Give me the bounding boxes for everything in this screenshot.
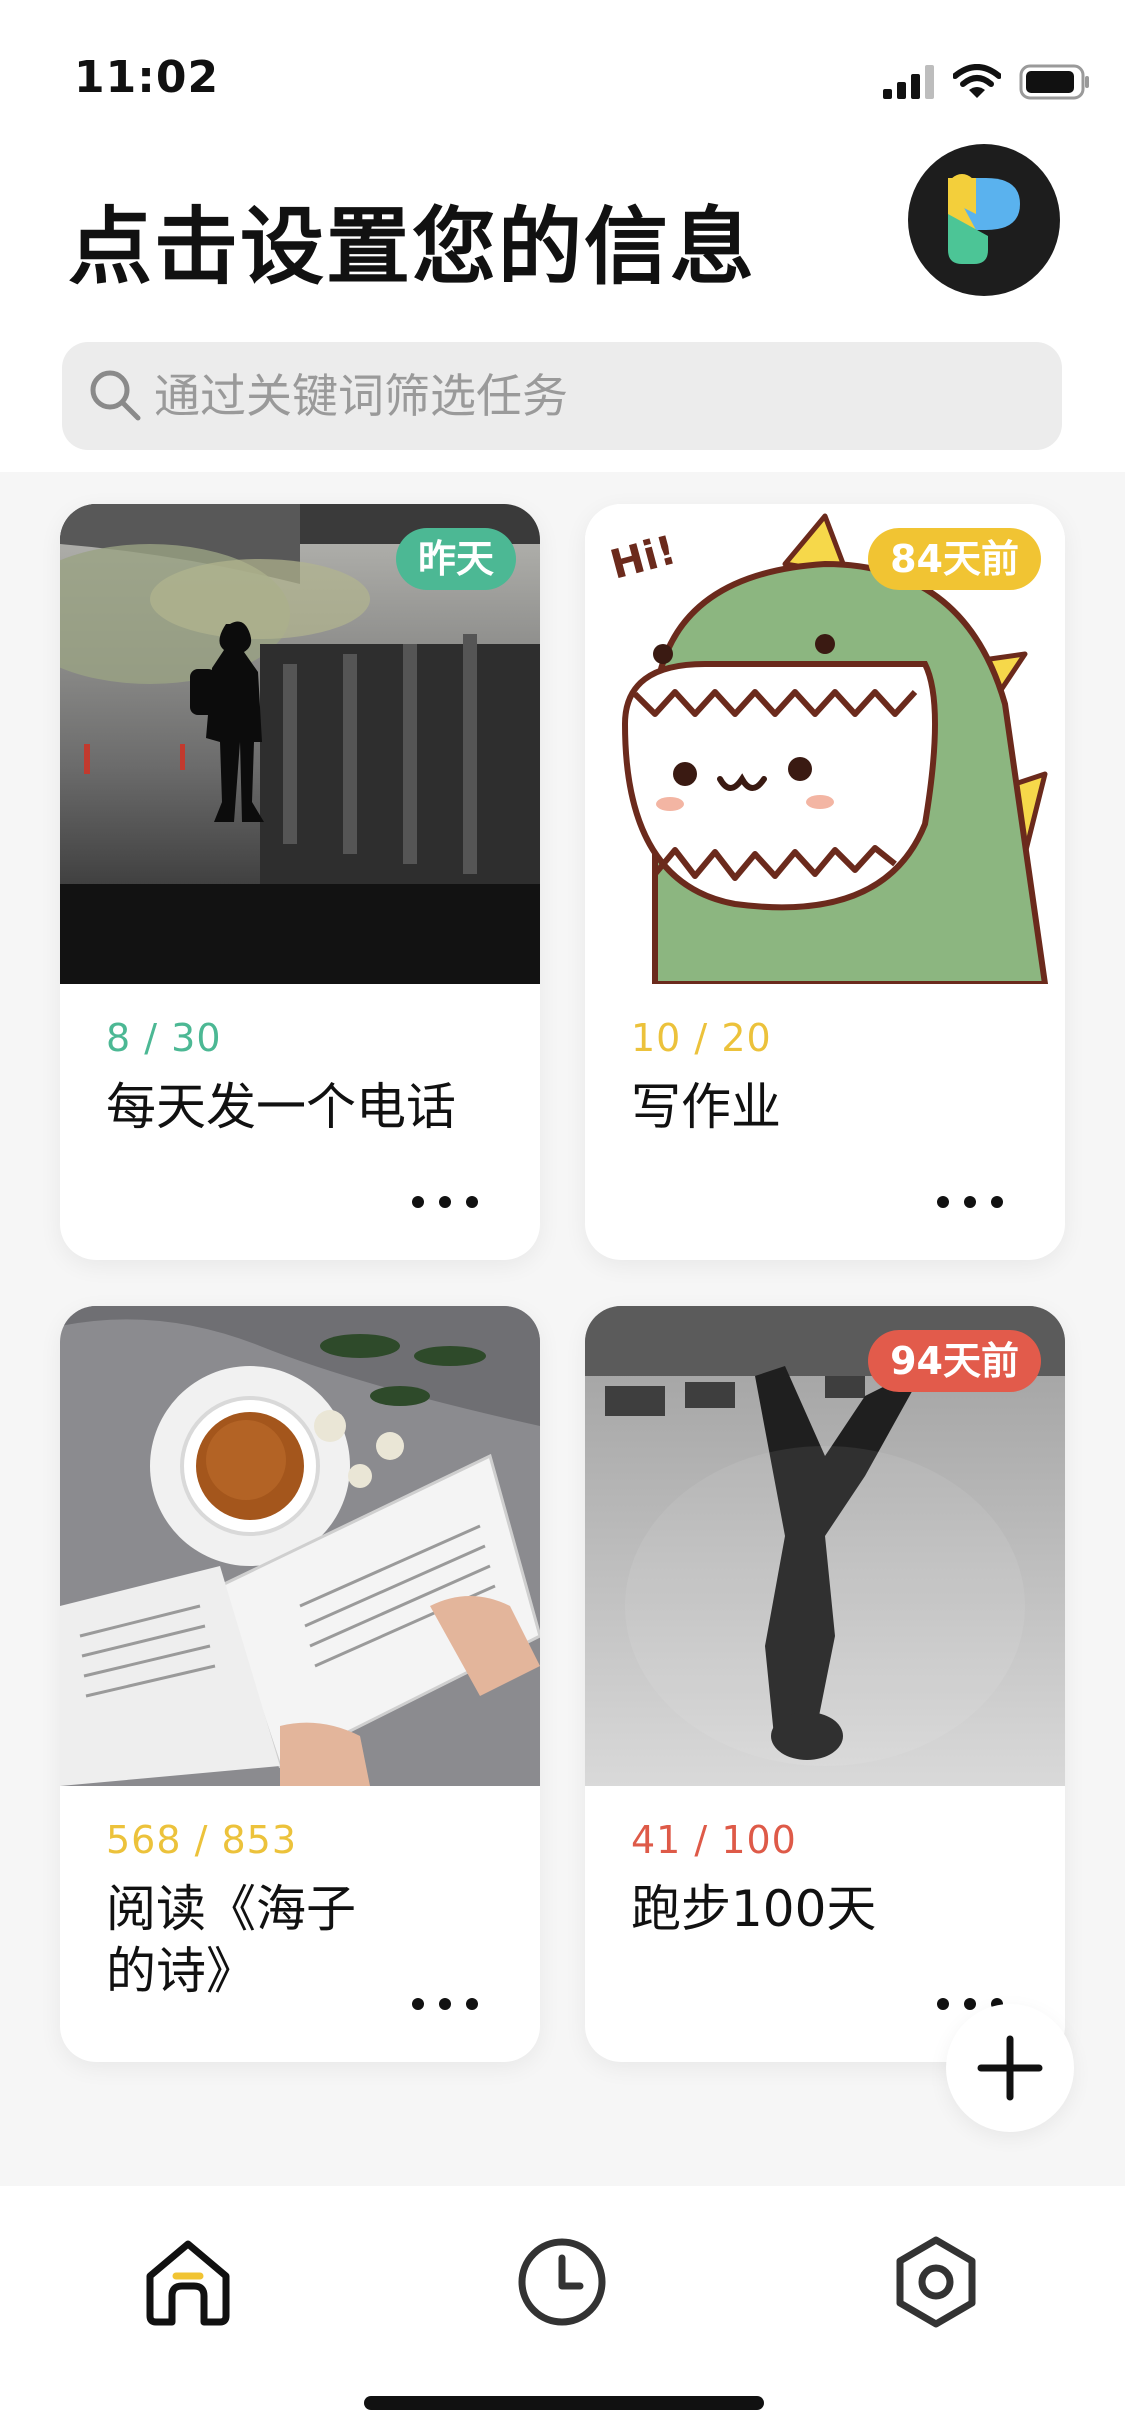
task-progress: 568 / 853 xyxy=(106,1818,298,1862)
cellular-signal-icon xyxy=(883,65,934,99)
battery-icon xyxy=(1019,64,1089,100)
dot-icon xyxy=(937,1196,949,1208)
task-cover-image xyxy=(60,1306,540,1786)
task-card[interactable]: Hi! 84天前 10 / 20 写作业 xyxy=(585,504,1065,1260)
dot-icon xyxy=(991,1196,1003,1208)
task-date-badge: 昨天 xyxy=(395,528,516,590)
more-options-button[interactable] xyxy=(400,1178,490,1226)
status-icons xyxy=(883,60,1091,104)
search-bar[interactable] xyxy=(62,342,1062,450)
task-progress: 41 / 100 xyxy=(631,1818,797,1862)
settings-hexagon-icon xyxy=(896,2236,976,2328)
dot-icon xyxy=(439,1998,451,2010)
dot-icon xyxy=(412,1998,424,2010)
tab-settings[interactable] xyxy=(876,2222,996,2342)
task-card[interactable]: 568 / 853 阅读《海子的诗》 xyxy=(60,1306,540,2062)
clock-icon xyxy=(518,2238,606,2326)
add-task-button[interactable] xyxy=(946,2004,1074,2132)
task-progress: 8 / 30 xyxy=(106,1016,222,1060)
task-grid: 昨天 8 / 30 每天发一个电话 Hi! 84天前 10 / 20 写作业 5… xyxy=(0,472,1125,2186)
dot-icon xyxy=(964,1196,976,1208)
dot-icon xyxy=(964,1998,976,2010)
dot-icon xyxy=(466,1998,478,2010)
task-progress: 10 / 20 xyxy=(631,1016,772,1060)
search-input[interactable] xyxy=(154,342,1034,450)
plus-icon xyxy=(977,2035,1043,2101)
more-options-button[interactable] xyxy=(400,1980,490,2028)
task-title: 阅读《海子的诗》 xyxy=(106,1880,356,2000)
status-time: 11:02 xyxy=(74,52,220,103)
header: 点击设置您的信息 xyxy=(0,140,1125,330)
search-icon xyxy=(90,370,141,421)
task-card[interactable]: 昨天 8 / 30 每天发一个电话 xyxy=(60,504,540,1260)
dot-icon xyxy=(439,1196,451,1208)
dot-icon xyxy=(412,1196,424,1208)
page-title[interactable]: 点击设置您的信息 xyxy=(68,180,756,301)
task-date-badge: 94天前 xyxy=(868,1330,1041,1392)
task-cover-image: 94天前 xyxy=(585,1306,1065,1786)
more-options-button[interactable] xyxy=(925,1178,1015,1226)
home-indicator xyxy=(364,2396,764,2410)
home-icon xyxy=(146,2240,230,2326)
task-card[interactable]: 94天前 41 / 100 跑步100天 xyxy=(585,1306,1065,2062)
task-title: 写作业 xyxy=(631,1078,781,1136)
tab-home[interactable] xyxy=(128,2222,248,2342)
dot-icon xyxy=(466,1196,478,1208)
task-title: 每天发一个电话 xyxy=(106,1078,456,1136)
task-cover-image: 昨天 xyxy=(60,504,540,984)
wifi-icon xyxy=(953,64,1001,98)
app-logo-icon xyxy=(948,174,1020,264)
dot-icon xyxy=(937,1998,949,2010)
task-title: 跑步100天 xyxy=(631,1880,877,1938)
task-date-badge: 84天前 xyxy=(868,528,1041,590)
task-cover-image: Hi! 84天前 xyxy=(585,504,1065,984)
status-bar: 11:02 xyxy=(0,0,1125,140)
app-logo-avatar[interactable] xyxy=(908,144,1060,296)
tab-history[interactable] xyxy=(502,2222,622,2342)
